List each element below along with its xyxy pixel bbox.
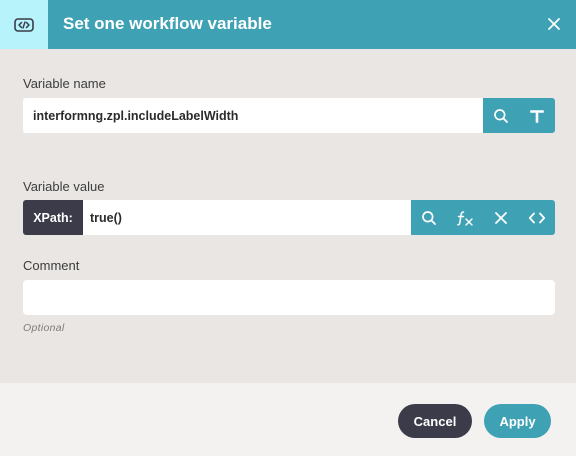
variable-value-label: Variable value [23,179,105,194]
code-icon [528,212,546,223]
comment-hint: Optional [23,322,65,334]
dialog-title: Set one workflow variable [63,14,272,33]
text-type-button[interactable] [519,98,555,133]
function-icon [457,210,473,226]
clear-value-button[interactable] [483,200,519,235]
variable-name-value: interformng.zpl.includeLabelWidth [33,108,239,123]
close-icon[interactable] [542,12,566,36]
dialog-footer: Cancel Apply [0,383,576,456]
text-type-icon [530,109,544,123]
variable-name-input[interactable]: interformng.zpl.includeLabelWidth [23,98,483,133]
comment-label: Comment [23,258,80,273]
code-view-button[interactable] [519,200,555,235]
clear-icon [495,211,507,224]
dialog-header: Set one workflow variable [0,0,576,49]
dialog-body: Variable name interformng.zpl.includeLab… [0,49,576,383]
search-icon [494,108,508,123]
xpath-mode-label: XPath: [23,200,83,235]
variable-name-search-button[interactable] [483,98,519,133]
function-button[interactable] [447,200,483,235]
cancel-button[interactable]: Cancel [398,404,472,438]
variable-value-search-button[interactable] [411,200,447,235]
apply-button[interactable]: Apply [484,404,551,438]
comment-input[interactable] [23,280,555,315]
variable-value-text: true() [90,210,122,225]
variable-name-label: Variable name [23,76,106,91]
variable-value-input[interactable]: true() [83,200,411,235]
workflow-variable-icon [0,0,48,49]
search-icon [422,210,436,225]
